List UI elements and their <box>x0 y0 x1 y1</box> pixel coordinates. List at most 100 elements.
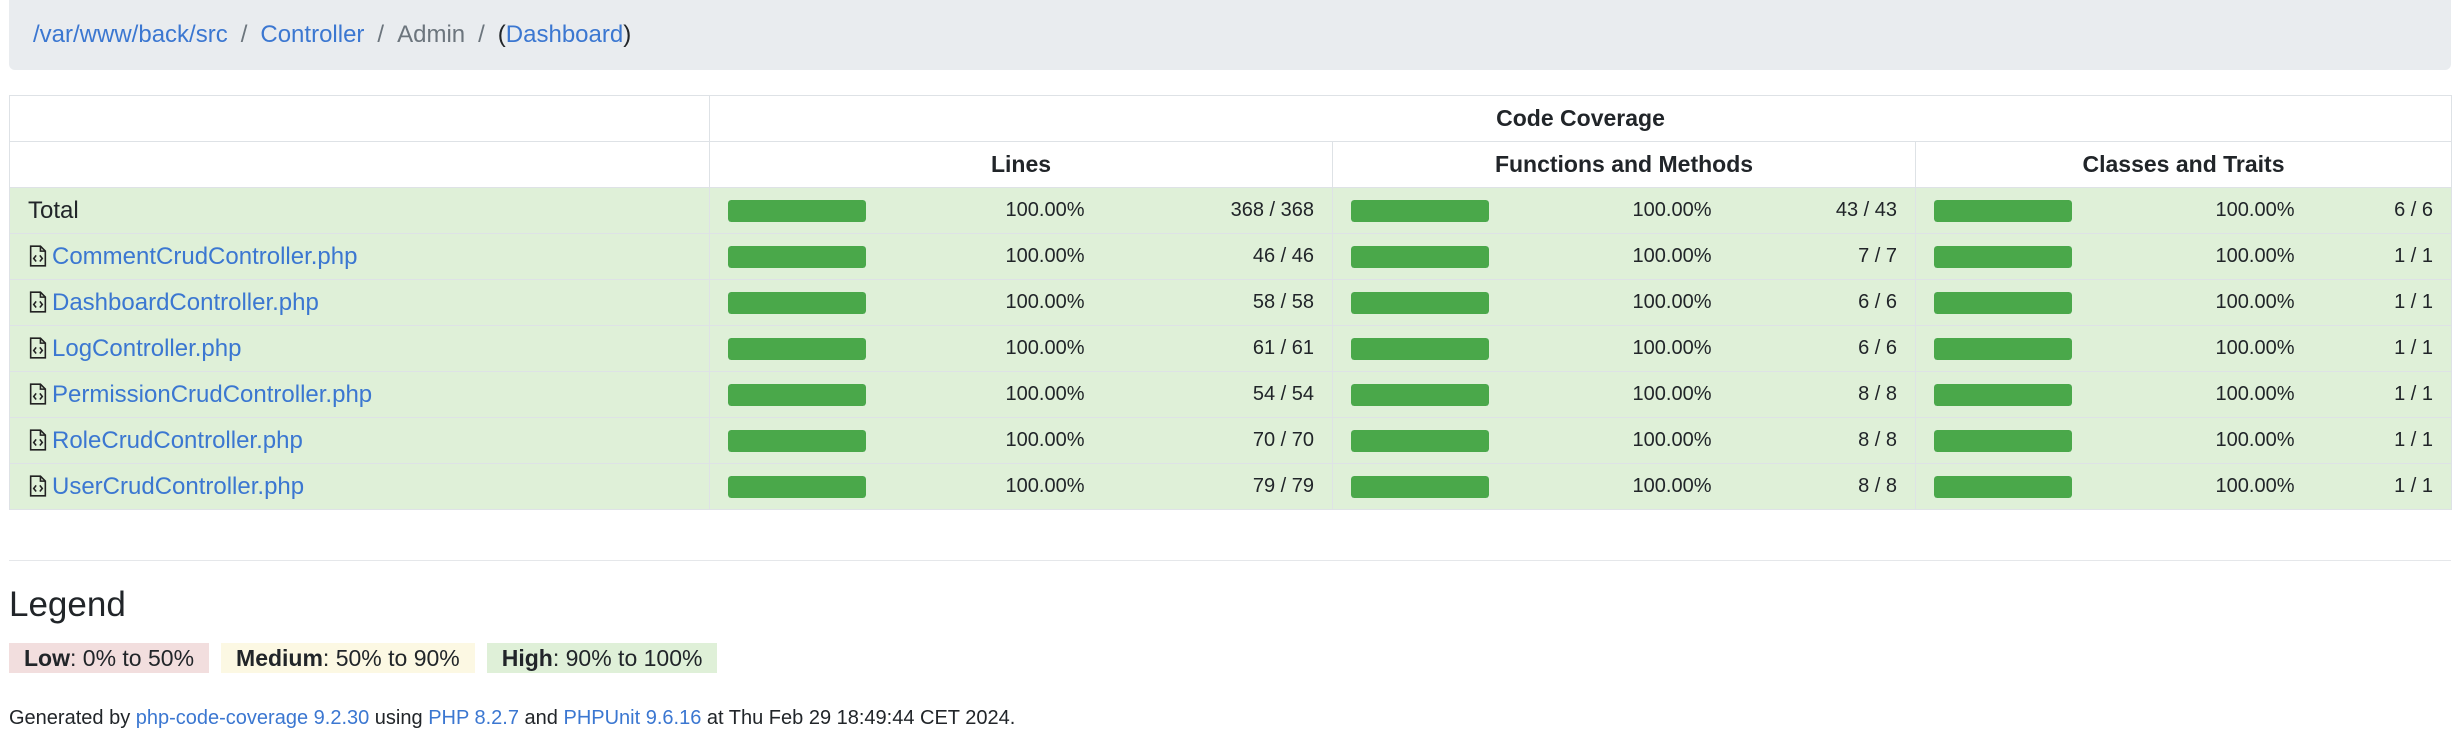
lines-bar-cell <box>709 417 885 464</box>
header-blank-cell <box>9 95 710 142</box>
classes-count: 1 / 1 <box>2312 417 2453 464</box>
breadcrumb-paren-close: ) <box>623 21 632 48</box>
lines-percent: 100.00% <box>884 279 1103 326</box>
file-code-icon <box>28 382 48 405</box>
classes-progress-fill <box>1934 383 2072 406</box>
lines-bar-cell <box>709 463 885 510</box>
breadcrumb-current-admin: Admin <box>397 21 466 48</box>
file-link[interactable]: UserCrudController.php <box>52 473 304 500</box>
file-link[interactable]: DashboardController.php <box>52 289 319 316</box>
table-row: CommentCrudController.php 100.00% 46 / 46 1… <box>9 233 2453 280</box>
breadcrumb-separator: / <box>377 21 385 48</box>
lines-progress-fill <box>728 337 866 360</box>
footer-prefix: Generated by <box>9 707 136 729</box>
lines-count: 46 / 46 <box>1102 233 1333 280</box>
classes-progress-bar <box>1934 337 2072 360</box>
file-link[interactable]: RoleCrudController.php <box>52 427 303 454</box>
functions-count: 7 / 7 <box>1729 233 1916 280</box>
functions-progress-bar <box>1351 245 1489 268</box>
functions-progress-fill <box>1351 291 1489 314</box>
file-name-cell: DashboardController.php <box>9 279 710 326</box>
lines-bar-cell <box>709 371 885 418</box>
lines-percent: 100.00% <box>884 417 1103 464</box>
legend-medium-range: : 50% to 90% <box>322 645 460 671</box>
file-code-icon <box>28 290 48 313</box>
functions-count: 8 / 8 <box>1729 463 1916 510</box>
lines-count: 368 / 368 <box>1102 187 1333 234</box>
file-link[interactable]: LogController.php <box>52 335 241 362</box>
classes-percent: 100.00% <box>2090 233 2313 280</box>
classes-progress-fill <box>1934 291 2072 314</box>
functions-percent: 100.00% <box>1507 463 1730 510</box>
functions-progress-bar <box>1351 291 1489 314</box>
footer-tool-link[interactable]: php-code-coverage 9.2.30 <box>136 707 370 729</box>
lines-progress-fill <box>728 245 866 268</box>
functions-percent: 100.00% <box>1507 187 1730 234</box>
legend-high-label: High <box>501 645 553 671</box>
header-blank-cell <box>9 141 710 188</box>
breadcrumb-link-root[interactable]: /var/www/back/src <box>33 21 228 49</box>
header-classes-traits: Classes and Traits <box>1914 141 2453 188</box>
functions-bar-cell <box>1332 233 1508 280</box>
functions-bar-cell <box>1332 417 1508 464</box>
functions-progress-fill <box>1351 475 1489 498</box>
functions-percent: 100.00% <box>1507 417 1730 464</box>
lines-bar-cell <box>709 325 885 372</box>
classes-percent: 100.00% <box>2090 371 2313 418</box>
classes-progress-bar <box>1934 245 2072 268</box>
lines-progress-fill <box>728 429 866 452</box>
lines-progress-bar <box>728 429 866 452</box>
file-code-icon <box>28 336 48 359</box>
legend-medium: Medium: 50% to 90% <box>221 643 475 673</box>
lines-bar-cell <box>709 279 885 326</box>
file-link[interactable]: CommentCrudController.php <box>52 243 357 270</box>
file-name-cell: PermissionCrudController.php <box>9 371 710 418</box>
lines-count: 58 / 58 <box>1102 279 1333 326</box>
breadcrumb-link-dashboard[interactable]: Dashboard <box>506 21 623 49</box>
lines-bar-cell <box>709 233 885 280</box>
file-link[interactable]: PermissionCrudController.php <box>52 381 372 408</box>
legend-high: High: 90% to 100% <box>486 643 718 673</box>
classes-count: 1 / 1 <box>2312 233 2453 280</box>
lines-percent: 100.00% <box>884 463 1103 510</box>
classes-count: 6 / 6 <box>2312 187 2453 234</box>
classes-percent: 100.00% <box>2090 325 2313 372</box>
lines-progress-bar <box>728 337 866 360</box>
legend-medium-label: Medium <box>236 645 323 671</box>
functions-percent: 100.00% <box>1507 371 1730 418</box>
file-name-cell: Total <box>9 187 710 234</box>
footer-phpunit-link[interactable]: PHPUnit 9.6.16 <box>563 707 701 729</box>
lines-percent: 100.00% <box>884 187 1103 234</box>
classes-percent: 100.00% <box>2090 463 2313 510</box>
breadcrumb-paren-open: ( <box>497 21 506 48</box>
functions-progress-bar <box>1351 429 1489 452</box>
lines-progress-fill <box>728 383 866 406</box>
classes-progress-bar <box>1934 429 2072 452</box>
functions-count: 8 / 8 <box>1729 371 1916 418</box>
classes-progress-fill <box>1934 245 2072 268</box>
lines-count: 79 / 79 <box>1102 463 1333 510</box>
legend: Low: 0% to 50% Medium: 50% to 90% High: … <box>9 643 718 673</box>
classes-bar-cell <box>1915 417 2091 464</box>
file-name-cell: UserCrudController.php <box>9 463 710 510</box>
functions-progress-fill <box>1351 337 1489 360</box>
file-code-icon <box>28 474 48 497</box>
legend-title: Legend <box>9 585 126 624</box>
file-name-cell: RoleCrudController.php <box>9 417 710 464</box>
file-name-cell: LogController.php <box>9 325 710 372</box>
classes-bar-cell <box>1915 187 2091 234</box>
legend-low: Low: 0% to 50% <box>9 643 210 673</box>
footer-php-link[interactable]: PHP 8.2.7 <box>428 707 519 729</box>
total-label: Total <box>28 196 79 224</box>
table-row: RoleCrudController.php 100.00% 70 / 70 100.… <box>9 417 2453 464</box>
classes-progress-bar <box>1934 475 2072 498</box>
lines-count: 70 / 70 <box>1102 417 1333 464</box>
breadcrumb-link-controller[interactable]: Controller <box>260 21 364 49</box>
functions-count: 6 / 6 <box>1729 279 1916 326</box>
file-code-icon <box>28 428 48 451</box>
lines-count: 61 / 61 <box>1102 325 1333 372</box>
functions-progress-bar <box>1351 199 1489 222</box>
coverage-page: /var/www/back/src / Controller / Admin /… <box>0 0 2460 743</box>
legend-low-label: Low <box>24 645 70 671</box>
table-row: UserCrudController.php 100.00% 79 / 79 100.… <box>9 463 2453 510</box>
